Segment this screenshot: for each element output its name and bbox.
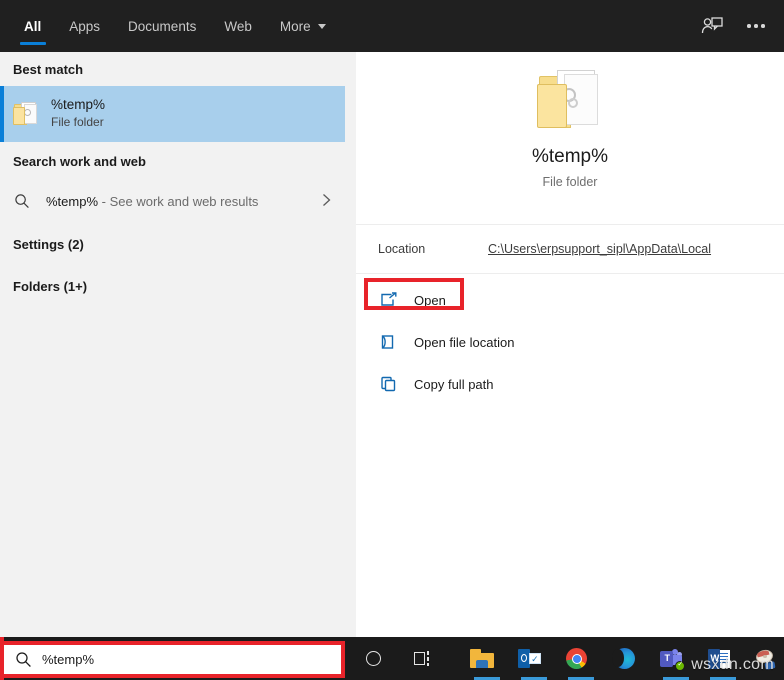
result-item-subtitle: File folder	[51, 115, 104, 130]
result-item-web-search[interactable]: %temp% - See work and web results	[0, 180, 345, 222]
file-explorer-icon	[470, 649, 495, 668]
search-tab-bar: All Apps Documents Web More	[0, 0, 784, 52]
preview-hero: %temp% File folder	[356, 52, 784, 224]
tab-apps[interactable]: Apps	[55, 0, 114, 52]
tab-more-label: More	[279, 18, 311, 34]
preview-pane: %temp% File folder Location C:\Users\erp…	[356, 52, 784, 637]
chevron-down-icon	[317, 23, 326, 29]
tab-documents[interactable]: Documents	[114, 0, 210, 52]
task-view-icon	[413, 651, 432, 666]
tab-more[interactable]: More	[266, 0, 340, 52]
tab-all-label: All	[24, 18, 42, 34]
action-list: Open Open file location Copy full path	[356, 274, 784, 400]
best-match-heading: Best match	[13, 61, 84, 77]
watermark: wsxdn.com	[691, 656, 774, 673]
person-feedback-icon	[701, 17, 723, 34]
more-options-button[interactable]	[736, 6, 776, 46]
windows-search-flyout: All Apps Documents Web More Best match %…	[0, 0, 784, 680]
chrome-icon	[566, 648, 588, 669]
web-search-suffix: - See work and web results	[98, 193, 259, 209]
action-open-label: Open	[414, 292, 446, 308]
web-search-query: %temp%	[46, 193, 99, 209]
settings-heading[interactable]: Settings (2)	[0, 222, 345, 266]
selection-indicator	[0, 86, 4, 142]
result-item-best-match[interactable]: %temp% File folder	[0, 86, 345, 142]
copy-icon	[380, 376, 414, 392]
folder-icon-large	[537, 70, 603, 132]
outlook-icon: ✓	[518, 649, 542, 668]
teams-icon: T	[660, 648, 686, 671]
search-web-heading: Search work and web	[13, 153, 146, 169]
ellipsis-icon	[747, 24, 765, 28]
taskbar-item-outlook[interactable]: ✓	[512, 637, 547, 680]
action-copy-full-path-label: Copy full path	[414, 376, 494, 392]
preview-title: %temp%	[531, 146, 609, 167]
search-input[interactable]: %temp%	[42, 652, 94, 667]
topbar-actions	[692, 0, 776, 52]
action-open-file-location-label: Open file location	[414, 334, 515, 350]
search-results-body: Best match %temp% File folder Search wor…	[0, 52, 784, 637]
tab-web-label: Web	[224, 18, 252, 34]
results-list-pane: Best match %temp% File folder Search wor…	[0, 52, 345, 637]
search-icon	[4, 651, 42, 668]
tab-list: All Apps Documents Web More	[0, 0, 340, 52]
cortana-icon	[366, 651, 382, 666]
tab-web[interactable]: Web	[210, 0, 266, 52]
taskbar-item-chrome[interactable]	[559, 637, 595, 680]
feedback-button[interactable]	[692, 6, 732, 46]
chevron-right-icon	[322, 193, 331, 210]
folders-heading[interactable]: Folders (1+)	[0, 266, 345, 306]
taskbar-item-task-view[interactable]	[405, 637, 440, 680]
taskbar-item-file-explorer[interactable]	[465, 637, 500, 680]
taskbar-item-cortana[interactable]	[356, 637, 391, 680]
action-open[interactable]: Open	[356, 278, 784, 316]
tab-documents-label: Documents	[128, 18, 197, 34]
action-open-file-location[interactable]: Open file location	[356, 326, 784, 358]
tab-active-underline	[19, 42, 46, 45]
result-item-title: %temp%	[51, 97, 106, 113]
location-link[interactable]: C:\Users\erpsupport_sipl\AppData\Local	[488, 242, 711, 256]
preview-subtitle: File folder	[542, 175, 598, 189]
web-search-label: %temp% - See work and web results	[46, 194, 322, 209]
search-icon	[14, 193, 46, 209]
location-row: Location C:\Users\erpsupport_sipl\AppDat…	[356, 225, 784, 273]
action-copy-full-path[interactable]: Copy full path	[356, 368, 784, 400]
taskbar-item-teams[interactable]: T	[654, 637, 689, 680]
tab-all[interactable]: All	[10, 0, 55, 52]
taskbar-search-box[interactable]: %temp%	[0, 641, 345, 678]
folder-icon	[13, 102, 51, 126]
taskbar-item-edge[interactable]	[607, 637, 642, 680]
tab-apps-label: Apps	[69, 18, 101, 34]
open-external-icon	[380, 292, 414, 308]
edge-icon	[611, 648, 635, 669]
location-label: Location	[378, 242, 426, 256]
folder-open-icon	[380, 334, 414, 350]
